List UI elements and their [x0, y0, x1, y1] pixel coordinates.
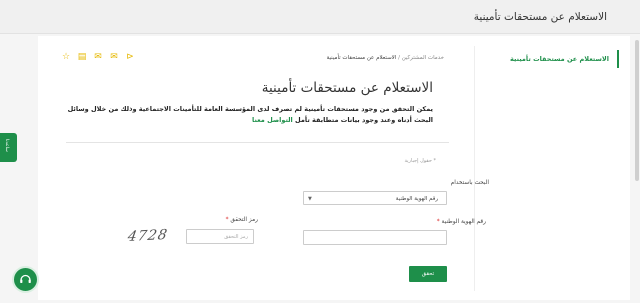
page-title: الاستعلام عن مستحقات تأمينية	[261, 80, 433, 96]
breadcrumb-current: الاستعلام عن مستحقات تأمينية	[326, 55, 397, 61]
help-tab[interactable]: ساعدنا	[0, 133, 17, 162]
breadcrumb-parent[interactable]: خدمات المشتركين	[402, 55, 444, 61]
sidebar-item-insurance-dues[interactable]: الاستعلام عن مستحقات تأمينية	[510, 50, 619, 68]
captcha-label: رمز التحقق *	[225, 217, 258, 223]
description-text: يمكن التحقق من وجود مستحقات تأمينية لم ت…	[67, 105, 433, 124]
search-by-select[interactable]: رقم الهوية الوطنية ▼	[303, 191, 447, 205]
contact-us-link[interactable]: التواصل معنا	[252, 116, 293, 124]
chevron-down-icon: ▼	[308, 196, 312, 202]
share-icon[interactable]: ⊲	[125, 52, 135, 62]
print-icon[interactable]: ▤	[77, 52, 87, 62]
chat-support-button[interactable]	[12, 266, 39, 293]
breadcrumb-separator: /	[398, 55, 400, 61]
search-by-label: البحث باستخدام	[450, 180, 489, 186]
breadcrumb: خدمات المشتركين / الاستعلام عن مستحقات ت…	[327, 55, 444, 61]
toolbar: ⊲ ✉ ✉ ▤ ☆	[61, 52, 135, 62]
scrollbar[interactable]	[635, 40, 639, 181]
envelope-icon[interactable]: ✉	[93, 52, 103, 62]
search-by-selected: رقم الهوية الوطنية	[395, 196, 438, 202]
sidebar-item-label: الاستعلام عن مستحقات تأمينية	[510, 55, 609, 63]
headset-icon	[20, 274, 31, 283]
required-fields-note: * حقول إجبارية	[404, 158, 436, 164]
captcha-image: 4728	[126, 226, 170, 246]
top-bar: الاستعلام عن مستحقات تأمينية	[0, 0, 640, 34]
divider	[474, 46, 475, 291]
page-description: يمكن التحقق من وجود مستحقات تأمينية لم ت…	[53, 104, 433, 126]
help-tab-label: ساعدنا	[4, 139, 9, 152]
national-id-label: رقم الهوية الوطنية *	[436, 219, 486, 225]
national-id-field[interactable]	[303, 230, 447, 245]
main-card: الاستعلام عن مستحقات تأمينية ⊲ ✉ ✉ ▤ ☆ خ…	[38, 36, 630, 300]
separator-line	[66, 142, 449, 143]
email-icon[interactable]: ✉	[109, 52, 119, 62]
verify-button[interactable]: تحقق	[409, 266, 447, 282]
captcha-field[interactable]: رمز التحقق	[186, 229, 254, 244]
star-icon[interactable]: ☆	[61, 52, 71, 62]
page-header-title: الاستعلام عن مستحقات تأمينية	[473, 11, 607, 23]
